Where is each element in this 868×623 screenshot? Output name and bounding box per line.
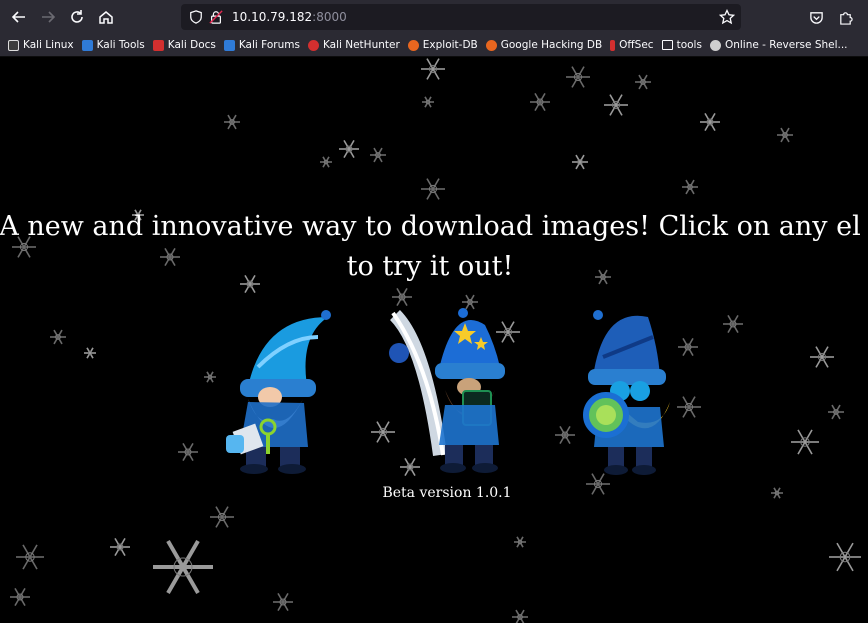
browser-toolbar: 10.10.79.182:8000 — [0, 0, 868, 34]
snowflake-icon — [50, 329, 66, 345]
snowflake-icon — [777, 127, 793, 143]
url-bar[interactable]: 10.10.79.182:8000 — [181, 4, 741, 30]
shield-icon[interactable] — [188, 9, 204, 25]
puzzle-icon — [839, 11, 853, 25]
snowflake-icon — [392, 287, 412, 307]
snowflake-icon — [421, 178, 445, 200]
snowflake-icon — [422, 96, 434, 108]
bookmark-kali-docs[interactable]: Kali Docs — [152, 39, 216, 51]
home-button[interactable] — [93, 4, 119, 30]
bookmark-exploit-db[interactable]: Exploit-DB — [407, 39, 478, 51]
bookmark-kali-linux[interactable]: Kali Linux — [8, 39, 74, 51]
url-text[interactable]: 10.10.79.182:8000 — [232, 10, 347, 24]
insecure-lock-icon[interactable] — [208, 9, 224, 25]
snowflake-icon — [110, 537, 130, 557]
snowflake-icon — [677, 396, 701, 418]
pocket-icon — [809, 11, 823, 24]
snowflake-icon — [604, 94, 628, 116]
reload-icon — [71, 10, 83, 23]
snowflake-icon — [339, 139, 359, 159]
snowflake-icon — [700, 112, 720, 132]
snowflake-icon — [84, 347, 96, 359]
gnome-with-key-icon[interactable] — [218, 307, 338, 477]
snowflake-icon — [512, 609, 528, 623]
snowflake-icon — [829, 542, 861, 572]
headline-line-1: A new and innovative way to download ima… — [0, 211, 861, 242]
kali-forums-icon — [223, 39, 235, 51]
bookmarks-toolbar: Kali Linux Kali Tools Kali Docs Kali For… — [0, 34, 868, 57]
snowflake-icon — [178, 442, 198, 462]
gnome-with-magnifier-icon[interactable] — [578, 307, 678, 477]
snowflake-icon — [723, 314, 743, 334]
arrow-left-icon — [11, 11, 25, 23]
snowflake-icon — [514, 536, 526, 548]
snowflake-icon — [635, 74, 651, 90]
snowflake-icon — [791, 429, 819, 455]
snowflake-icon — [210, 506, 234, 528]
snowflake-icon — [10, 587, 30, 607]
pocket-button[interactable] — [803, 4, 829, 30]
headline: A new and innovative way to download ima… — [0, 207, 868, 287]
snowflake-icon — [572, 154, 588, 170]
offsec-icon — [610, 39, 616, 51]
bookmark-star-icon[interactable] — [719, 9, 735, 25]
gnome-wizard-with-quill-icon[interactable] — [385, 305, 515, 480]
snowflake-icon — [678, 337, 698, 357]
snowflake-icon — [810, 346, 834, 368]
ghdb-icon — [485, 39, 497, 51]
snowflake-icon — [828, 404, 844, 420]
page-content: A new and innovative way to download ima… — [0, 57, 868, 623]
snowflake-icon — [204, 371, 216, 383]
snowflake-icon — [682, 179, 698, 195]
bookmark-google-hacking-db[interactable]: Google Hacking DB — [485, 39, 602, 51]
back-button[interactable] — [6, 4, 32, 30]
home-icon — [99, 11, 113, 24]
snowflake-icon — [421, 58, 445, 80]
bookmark-folder-tools[interactable]: tools — [661, 39, 702, 51]
kali-dragon-icon — [8, 39, 19, 51]
bookmark-kali-tools[interactable]: Kali Tools — [81, 39, 145, 51]
snowflake-icon — [273, 592, 293, 612]
snowflake-icon — [153, 540, 213, 594]
kali-tools-icon — [81, 39, 93, 51]
snowflake-icon — [555, 425, 575, 445]
arrow-right-icon — [42, 11, 56, 23]
bookmark-kali-forums[interactable]: Kali Forums — [223, 39, 300, 51]
bookmark-reverse-shell[interactable]: Online - Reverse Shel... — [709, 39, 848, 51]
bookmark-offsec[interactable]: OffSec — [610, 39, 654, 51]
snowflake-icon — [566, 66, 590, 88]
extensions-button[interactable] — [832, 4, 858, 30]
snowflake-icon — [320, 156, 332, 168]
skull-icon — [709, 39, 721, 51]
version-text: Beta version 1.0.1 — [382, 485, 512, 501]
snowflake-icon — [16, 544, 44, 570]
exploit-db-icon — [407, 39, 419, 51]
snowflake-icon — [370, 147, 386, 163]
folder-icon — [661, 40, 673, 50]
forward-button[interactable] — [35, 4, 61, 30]
nethunter-icon — [307, 39, 319, 51]
reload-button[interactable] — [64, 4, 90, 30]
snowflake-icon — [530, 92, 550, 112]
snowflake-icon — [224, 114, 240, 130]
kali-docs-icon — [152, 39, 164, 51]
headline-line-2: to try it out! — [346, 251, 514, 282]
bookmark-kali-nethunter[interactable]: Kali NetHunter — [307, 39, 400, 51]
